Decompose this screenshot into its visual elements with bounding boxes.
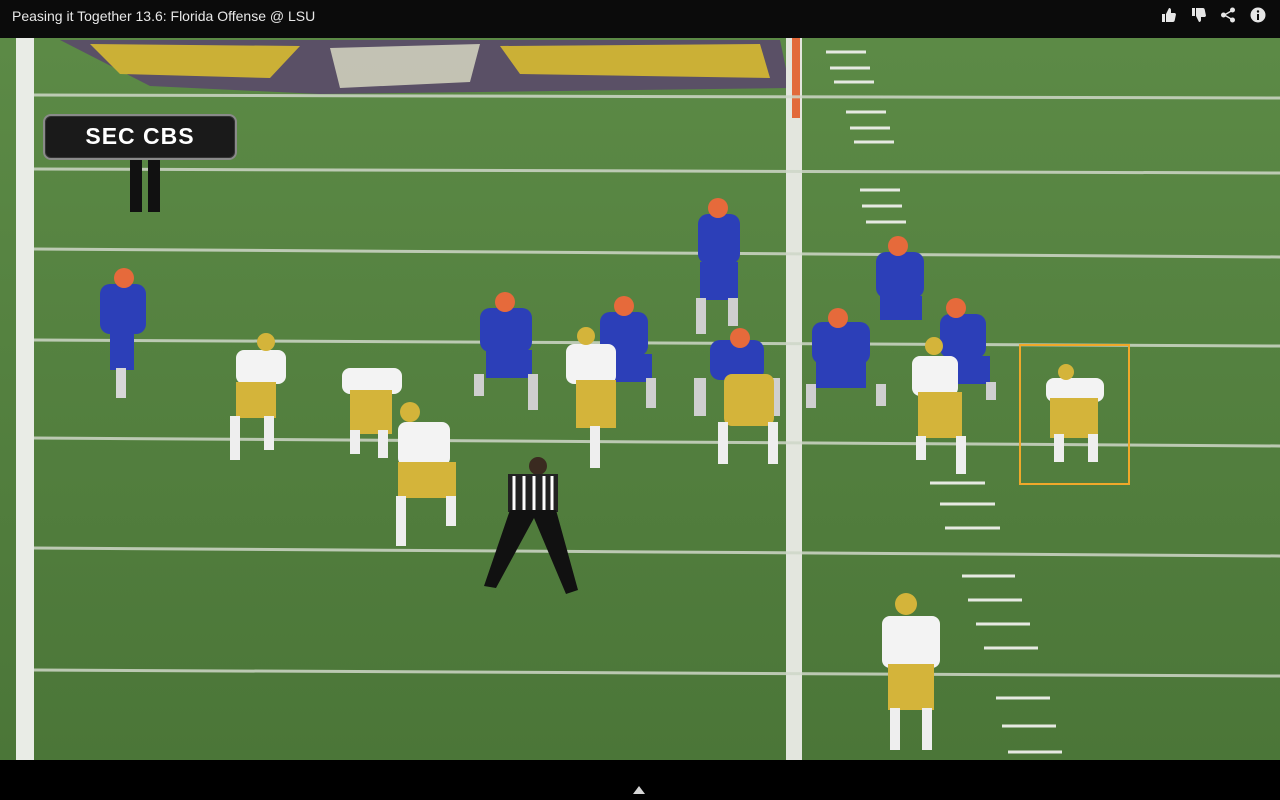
network-logo: SEC CBS <box>43 114 237 160</box>
video-frame[interactable]: SEC CBS <box>0 38 1280 760</box>
share-icon[interactable] <box>1220 7 1236 23</box>
top-bar: Peasing it Together 13.6: Florida Offens… <box>0 0 1280 38</box>
thumbs-up-icon[interactable] <box>1160 7 1176 23</box>
chevron-up-icon[interactable] <box>632 782 646 794</box>
network-logo-text: SEC CBS <box>85 123 195 149</box>
bottom-bar <box>0 760 1280 800</box>
midfield-logo-art <box>60 40 790 94</box>
video-actions <box>1160 7 1266 23</box>
thumbs-down-icon[interactable] <box>1190 7 1206 23</box>
video-title: Peasing it Together 13.6: Florida Offens… <box>12 8 316 24</box>
info-icon[interactable] <box>1250 7 1266 23</box>
